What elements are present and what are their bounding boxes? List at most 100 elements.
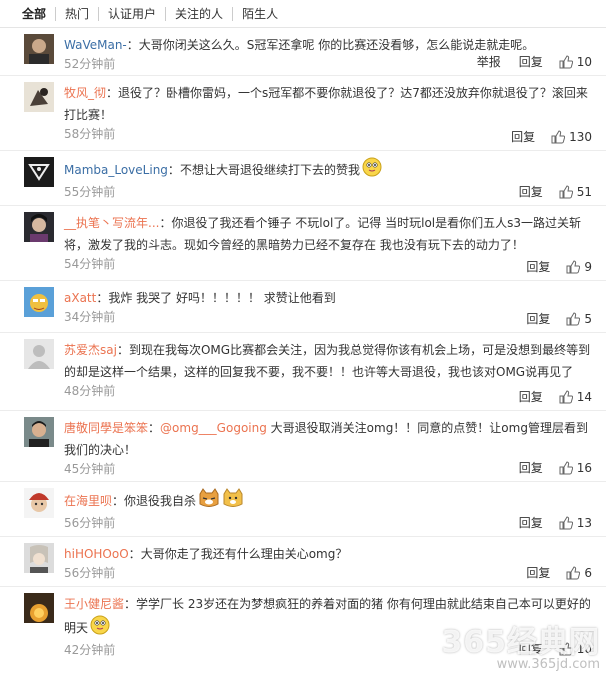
separator: ： <box>159 216 172 230</box>
report-link[interactable]: 举报 <box>477 54 501 70</box>
avatar[interactable] <box>24 212 54 242</box>
avatar[interactable] <box>24 488 54 518</box>
tab-all[interactable]: 全部 <box>14 6 57 21</box>
comment-username[interactable]: 苏爱杰saj <box>64 343 117 357</box>
thumbs-up-icon <box>559 461 573 475</box>
like-button[interactable]: 9 <box>566 260 592 274</box>
separator: ： <box>124 597 137 611</box>
tab-hot[interactable]: 热门 <box>56 6 100 21</box>
like-count: 130 <box>569 130 592 144</box>
avatar[interactable] <box>24 593 54 623</box>
comment-text: aXatt：我炸 我哭了 好吗！！！！！ 求赞让他看到 <box>64 287 592 309</box>
reply-link[interactable]: 回复 <box>519 54 543 70</box>
comment-username[interactable]: hiHOHOoO <box>64 547 129 561</box>
smiley-emoji-icon <box>362 157 382 184</box>
comment-item: 苏爱杰saj：到现在我每次OMG比赛都会关注，因为我总觉得你该有机会上场，可是没… <box>0 333 606 411</box>
reply-link[interactable]: 回复 <box>519 184 543 200</box>
comment-item: 王小健尼酱：学学厂长 23岁还在为梦想疯狂的养着对面的猪 你有何理由就此结束自己… <box>0 587 606 662</box>
comment-actions: 回复 10 <box>501 641 592 657</box>
comment-actions: 回复 13 <box>501 515 592 531</box>
like-count: 9 <box>584 260 592 274</box>
avatar[interactable] <box>24 339 54 369</box>
separator: ： <box>126 38 139 52</box>
comment-username[interactable]: Mamba_LoveLing <box>64 163 168 177</box>
like-button[interactable]: 14 <box>559 390 592 404</box>
separator: ： <box>96 291 109 305</box>
comment-actions: 回复 51 <box>501 184 592 200</box>
comment-text: 苏爱杰saj：到现在我每次OMG比赛都会关注，因为我总觉得你该有机会上场，可是没… <box>64 339 592 383</box>
reply-link[interactable]: 回复 <box>526 565 550 581</box>
reply-link[interactable]: 回复 <box>519 515 543 531</box>
reply-link[interactable]: 回复 <box>519 460 543 476</box>
comment-actions: 回复 6 <box>508 565 592 581</box>
like-button[interactable]: 10 <box>559 642 592 656</box>
avatar[interactable] <box>24 157 54 187</box>
comment-username[interactable]: WaVeMan- <box>64 38 127 52</box>
reply-link[interactable]: 回复 <box>519 641 543 657</box>
comment-content: 退役了？卧槽你雷妈，一个s冠军都不要你就退役了？达7都还没放弃你就退役了？滚回来… <box>64 86 588 122</box>
comment-username[interactable]: 王小健尼酱 <box>64 597 124 611</box>
comment-text: WaVeMan-：大哥你闭关这么久。S冠军还拿呢 你的比赛还没看够，怎么能说走就… <box>64 34 592 56</box>
comment-username[interactable]: 唐敬同學是笨笨 <box>64 421 148 435</box>
thumbs-up-icon <box>559 55 573 69</box>
separator: ： <box>128 547 141 561</box>
avatar[interactable] <box>24 82 54 112</box>
comment-username[interactable]: __执笔丶写流年... <box>64 216 159 230</box>
thumbs-up-icon <box>566 260 581 274</box>
thumbs-up-icon <box>551 130 566 144</box>
avatar[interactable] <box>24 543 54 573</box>
reply-link[interactable]: 回复 <box>511 129 535 145</box>
tab-following[interactable]: 关注的人 <box>166 6 234 21</box>
avatar[interactable] <box>24 34 54 64</box>
comment-item: __执笔丶写流年...：你退役了我还看个锤子 不玩lol了。记得 当时玩lol是… <box>0 206 606 281</box>
thumbs-up-icon <box>559 642 573 656</box>
comment-item: 唐敬同學是笨笨：@omg___Gogoing 大哥退役取消关注omg！！同意的点… <box>0 411 606 482</box>
like-count: 6 <box>584 566 592 580</box>
avatar[interactable] <box>24 287 54 317</box>
reply-link[interactable]: 回复 <box>519 389 543 405</box>
avatar[interactable] <box>24 417 54 447</box>
comment-content: 不想让大哥退役继续打下去的赞我 <box>179 163 360 177</box>
comment-content: 到现在我每次OMG比赛都会关注，因为我总觉得你该有机会上场，可是没想到最终等到的… <box>64 343 591 379</box>
reply-link[interactable]: 回复 <box>526 311 550 327</box>
comment-content: 大哥你走了我还有什么理由关心omg？ <box>140 547 348 561</box>
reply-link[interactable]: 回复 <box>526 259 550 275</box>
like-button[interactable]: 13 <box>559 516 592 530</box>
comment-item: 牧风_彻：退役了？卧槽你雷妈，一个s冠军都不要你就退役了？达7都还没放弃你就退役… <box>0 76 606 151</box>
comment-actions: 举报 回复 10 <box>459 54 592 70</box>
like-count: 10 <box>576 55 592 69</box>
comment-username[interactable]: 在海里呗 <box>64 494 112 508</box>
separator: ： <box>106 86 119 100</box>
comment-filter-tabs: 全部 热门 认证用户 关注的人 陌生人 <box>0 0 606 28</box>
smiley-emoji-icon <box>90 615 110 642</box>
comment-actions: 回复 130 <box>493 129 592 145</box>
comment-actions: 回复 14 <box>501 389 592 405</box>
separator: ： <box>167 163 180 177</box>
comment-item: hiHOHOoO：大哥你走了我还有什么理由关心omg？ 56分钟前 回复 6 <box>0 537 606 587</box>
like-button[interactable]: 16 <box>559 461 592 475</box>
comment-username[interactable]: 牧风_彻 <box>64 86 106 100</box>
separator: ： <box>148 421 161 435</box>
like-button[interactable]: 130 <box>551 130 592 144</box>
comment-item: aXatt：我炸 我哭了 好吗！！！！！ 求赞让他看到 34分钟前 回复 5 <box>0 281 606 333</box>
like-count: 14 <box>576 390 592 404</box>
thumbs-up-icon <box>566 566 581 580</box>
like-button[interactable]: 6 <box>566 566 592 580</box>
thumbs-up-icon <box>559 516 573 530</box>
like-count: 13 <box>576 516 592 530</box>
tab-verified-users[interactable]: 认证用户 <box>99 6 167 21</box>
like-button[interactable]: 10 <box>559 55 592 69</box>
like-button[interactable]: 51 <box>559 185 592 199</box>
like-count: 51 <box>576 185 592 199</box>
shiba-dog-emoji-icon <box>198 488 220 515</box>
tab-strangers[interactable]: 陌生人 <box>233 7 287 21</box>
mention-link[interactable]: @omg___Gogoing <box>160 421 267 435</box>
comment-list: WaVeMan-：大哥你闭关这么久。S冠军还拿呢 你的比赛还没看够，怎么能说走就… <box>0 28 606 662</box>
comment-text: hiHOHOoO：大哥你走了我还有什么理由关心omg？ <box>64 543 592 565</box>
like-button[interactable]: 5 <box>566 312 592 326</box>
comment-actions: 回复 16 <box>501 460 592 476</box>
comment-content: 学学厂长 23岁还在为梦想疯狂的养着对面的猪 你有何理由就此结束自己本可以更好的… <box>64 597 591 635</box>
comment-actions: 回复 5 <box>508 311 592 327</box>
comment-username[interactable]: aXatt <box>64 291 96 305</box>
thumbs-up-icon <box>559 390 573 404</box>
